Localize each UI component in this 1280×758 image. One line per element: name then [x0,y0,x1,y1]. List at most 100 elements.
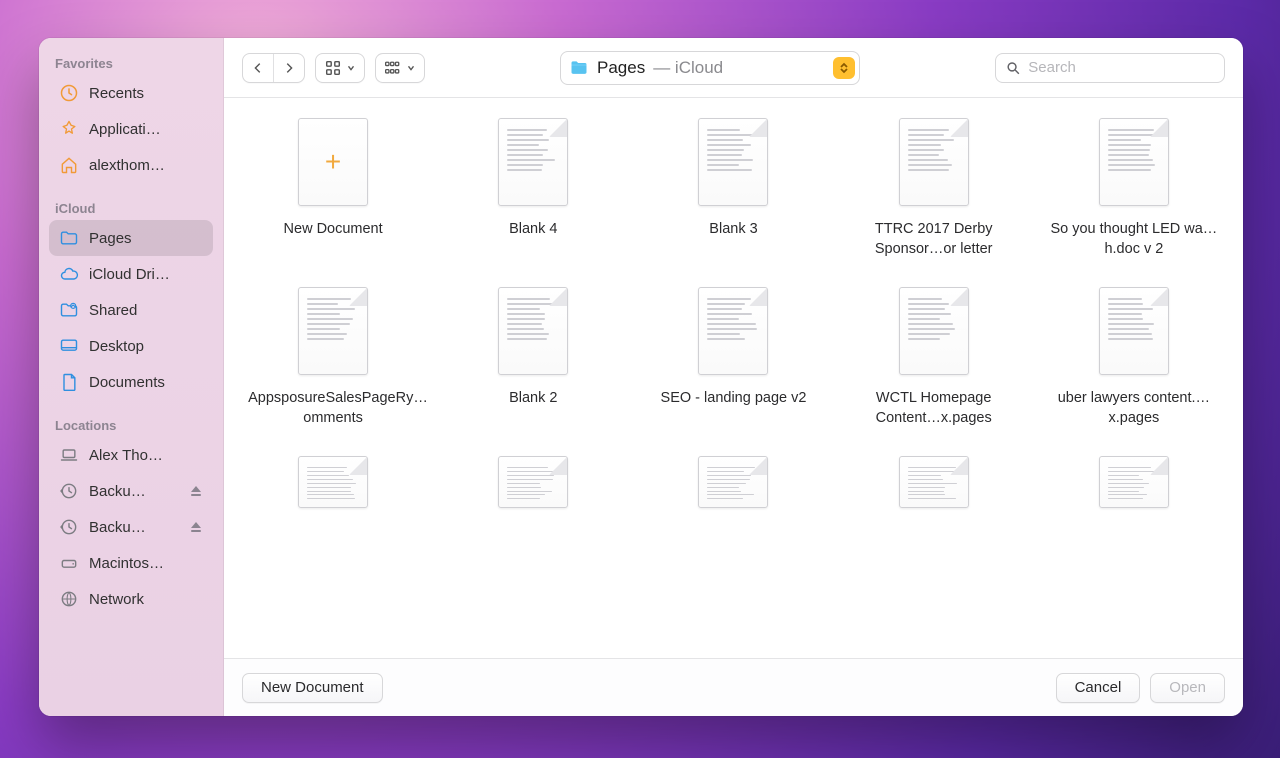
file-grid: + New Document Blank 4 Blank 3 TTRC 2017 Der… [248,118,1219,522]
sidebar-item-label: Pages [89,231,203,246]
file-item[interactable]: SEO - landing page v2 [648,287,818,428]
desktop-icon [59,336,79,356]
sidebar-item-alexthom[interactable]: alexthom… [49,147,213,183]
document-thumbnail [498,118,568,206]
document-thumbnail [298,287,368,375]
group-button[interactable] [376,54,424,82]
timemachine-icon [59,517,79,537]
document-thumbnail [899,287,969,375]
document-thumbnail [1099,456,1169,508]
document-thumbnail [899,456,969,508]
file-item[interactable]: TTRC 2017 Derby Sponsor…or letter [849,118,1019,259]
new-document-tile[interactable]: + New Document [248,118,418,259]
forward-button[interactable] [273,54,304,82]
cancel-button[interactable]: Cancel [1056,673,1141,703]
file-item[interactable] [248,456,418,522]
file-item[interactable]: Blank 4 [448,118,618,259]
file-item[interactable]: WCTL Homepage Content…x.pages [849,287,1019,428]
file-item[interactable] [1049,456,1219,522]
file-item[interactable]: Blank 3 [648,118,818,259]
sidebar-item-backu[interactable]: Backu… [49,473,213,509]
file-name: TTRC 2017 Derby Sponsor…or letter [849,220,1019,259]
sidebar-item-backu[interactable]: Backu… [49,509,213,545]
file-name: AppsposureSalesPageRy…omments [248,389,418,428]
sidebar-item-desktop[interactable]: Desktop [49,328,213,364]
path-selector-icon [833,57,855,79]
doc-icon [59,372,79,392]
eject-icon[interactable] [189,484,203,498]
timemachine-icon [59,481,79,501]
document-thumbnail [698,287,768,375]
home-icon [59,155,79,175]
file-name: So you thought LED wa…h.doc v 2 [1049,220,1219,259]
new-document-button[interactable]: New Document [242,673,383,703]
search-input[interactable] [1028,59,1214,76]
sidebar: FavoritesRecentsApplicati…alexthom…iClou… [39,38,224,716]
search-field[interactable] [995,53,1225,83]
sidebar-item-label: Applicati… [89,122,203,137]
sidebar-item-recents[interactable]: Recents [49,75,213,111]
view-icons-button[interactable] [316,54,364,82]
dialog-footer: New Document Cancel Open [224,658,1243,716]
file-item[interactable] [448,456,618,522]
sidebar-item-network[interactable]: Network [49,581,213,617]
sidebar-item-label: Alex Tho… [89,448,203,463]
file-item[interactable] [849,456,1019,522]
cloud-icon [59,264,79,284]
globe-icon [59,589,79,609]
file-name: New Document [284,220,383,240]
file-name: Blank 4 [509,220,557,240]
sidebar-item-documents[interactable]: Documents [49,364,213,400]
sidebar-item-label: Desktop [89,339,203,354]
open-button[interactable]: Open [1150,673,1225,703]
open-dialog: FavoritesRecentsApplicati…alexthom…iClou… [39,38,1243,716]
file-item[interactable]: AppsposureSalesPageRy…omments [248,287,418,428]
sidebar-section-label: iCloud [49,195,213,220]
document-thumbnail [698,456,768,508]
sidebar-item-label: Shared [89,303,203,318]
sidebar-section-label: Locations [49,412,213,437]
document-thumbnail [698,118,768,206]
sidebar-item-shared[interactable]: Shared [49,292,213,328]
path-control[interactable]: Pages — iCloud [560,51,860,85]
sidebar-item-pages[interactable]: Pages [49,220,213,256]
file-item[interactable] [648,456,818,522]
view-switcher-icons [315,53,365,83]
hdd-icon [59,553,79,573]
folder-icon [569,58,589,78]
sidebar-item-iclouddri[interactable]: iCloud Dri… [49,256,213,292]
document-thumbnail [498,456,568,508]
file-name: Blank 2 [509,389,557,409]
sidebar-item-label: iCloud Dri… [89,267,203,282]
sidebar-item-label: Backu… [89,520,179,535]
sidebar-item-label: alexthom… [89,158,203,173]
sidebar-item-macintos[interactable]: Macintos… [49,545,213,581]
sidebar-item-label: Backu… [89,484,179,499]
clock-icon [59,83,79,103]
sidebar-item-applicati[interactable]: Applicati… [49,111,213,147]
sidebar-item-label: Network [89,592,203,607]
file-item[interactable]: So you thought LED wa…h.doc v 2 [1049,118,1219,259]
back-button[interactable] [243,54,273,82]
eject-icon[interactable] [189,520,203,534]
file-name: WCTL Homepage Content…x.pages [849,389,1019,428]
file-item[interactable]: uber lawyers content.…x.pages [1049,287,1219,428]
folder-icon [59,228,79,248]
path-folder-name: Pages [597,58,645,78]
document-thumbnail [1099,118,1169,206]
app-icon [59,119,79,139]
file-name: uber lawyers content.…x.pages [1049,389,1219,428]
group-switcher [375,53,425,83]
nav-back-forward [242,53,305,83]
document-thumbnail [899,118,969,206]
document-thumbnail [498,287,568,375]
sidebar-item-alextho[interactable]: Alex Tho… [49,437,213,473]
sidebar-item-label: Documents [89,375,203,390]
path-location: — iCloud [653,58,723,78]
file-browser: + New Document Blank 4 Blank 3 TTRC 2017 Der… [224,98,1243,658]
plus-icon: + [298,118,368,206]
document-thumbnail [298,456,368,508]
sidebar-item-label: Macintos… [89,556,203,571]
search-icon [1006,60,1020,76]
file-item[interactable]: Blank 2 [448,287,618,428]
